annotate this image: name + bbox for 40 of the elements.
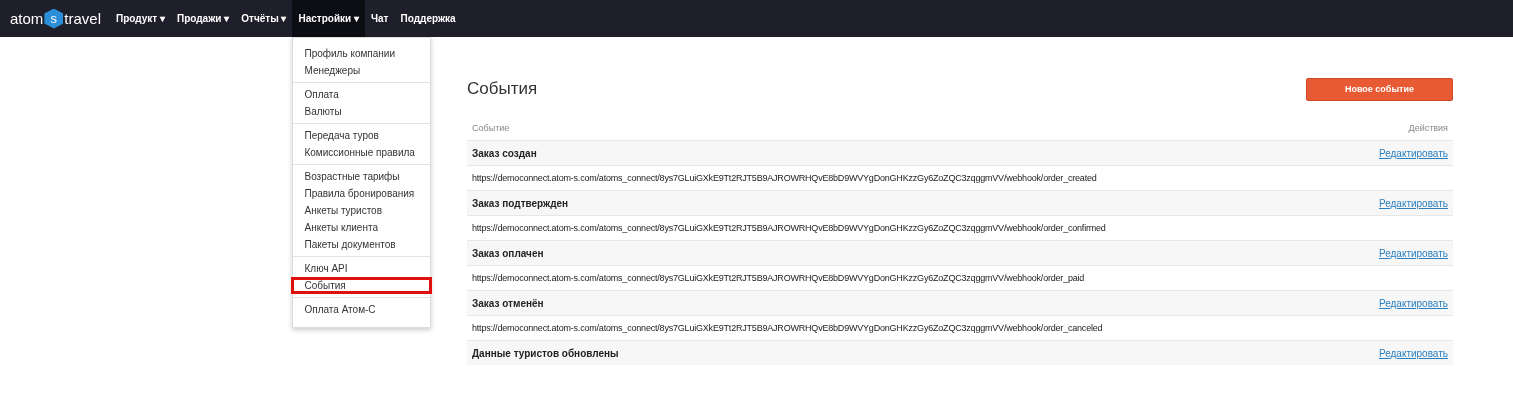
- webhook-url: https://democonnect.atom-s.com/atoms_connect/8ys7GLuiGXkE9Tt2RJT5B9AJROWRHQvE8bD9WVYgDonGHKzzGy6ZoZQC3zqggmVV/webhook/order_created: [472, 173, 1097, 183]
- nav-item[interactable]: Продукт ▾: [110, 0, 171, 37]
- edit-link[interactable]: Редактировать: [1378, 247, 1448, 259]
- nav-item[interactable]: Поддержка: [394, 0, 462, 37]
- menu-item[interactable]: Возрастные тарифы: [291, 168, 433, 185]
- menu-item[interactable]: Валюты: [291, 103, 433, 120]
- webhook-url: https://democonnect.atom-s.com/atoms_connect/8ys7GLuiGXkE9Tt2RJT5B9AJROWRHQvE8bD9WVYgDonGHKzzGy6ZoZQC3zqggmVV/webhook/order_confirmed: [472, 223, 1106, 233]
- edit-link[interactable]: Редактировать: [1378, 297, 1448, 309]
- menu-item[interactable]: Профиль компании: [291, 45, 433, 62]
- column-header: Событие: [472, 122, 510, 133]
- new-event-button[interactable]: Новое событие: [1306, 77, 1453, 101]
- menu-item[interactable]: Оплата Атом-С: [291, 301, 433, 318]
- webhook-url: https://democonnect.atom-s.com/atoms_connect/8ys7GLuiGXkE9Tt2RJT5B9AJROWRHQvE8bD9WVYgDonGHKzzGy6ZoZQC3zqggmVV/webhook/order_canceled: [472, 323, 1103, 333]
- menu-item[interactable]: Комиссионные правила: [291, 144, 433, 161]
- logo-badge: s: [44, 8, 64, 29]
- menu-item[interactable]: Ключ API: [291, 260, 433, 277]
- webhook-url: https://democonnect.atom-s.com/atoms_connect/8ys7GLuiGXkE9Tt2RJT5B9AJROWRHQvE8bD9WVYgDonGHKzzGy6ZoZQC3zqggmVV/webhook/order_paid: [472, 273, 1085, 283]
- menu-item[interactable]: Анкеты клиента: [291, 219, 433, 236]
- menu-item[interactable]: Правила бронирования: [291, 185, 433, 202]
- edit-link[interactable]: Редактировать: [1378, 347, 1448, 359]
- menu-item[interactable]: Передача туров: [291, 127, 433, 144]
- event-name: Заказ отменён: [472, 297, 544, 309]
- nav-item[interactable]: Чат: [365, 0, 395, 37]
- edit-link[interactable]: Редактировать: [1378, 197, 1448, 209]
- event-name: Заказ подтвержден: [472, 197, 569, 209]
- menu-item[interactable]: Менеджеры: [291, 62, 433, 79]
- event-name: Заказ оплачен: [472, 247, 544, 259]
- menu-item[interactable]: Пакеты документов: [291, 236, 433, 253]
- nav-item[interactable]: Продажи ▾: [171, 0, 236, 37]
- logo[interactable]: atom s travel: [10, 0, 110, 37]
- event-name: Данные туристов обновлены: [472, 347, 619, 359]
- menu-item[interactable]: События: [291, 277, 433, 294]
- nav-item[interactable]: Настройки ▾: [292, 0, 365, 37]
- column-header: Действия: [1408, 122, 1448, 133]
- edit-link[interactable]: Редактировать: [1378, 147, 1448, 159]
- nav-item[interactable]: Отчёты ▾: [235, 0, 293, 37]
- menu-item[interactable]: Оплата: [291, 86, 433, 103]
- menu-item[interactable]: Анкеты туристов: [291, 202, 433, 219]
- event-name: Заказ создан: [472, 147, 537, 159]
- page-title: События: [467, 79, 538, 99]
